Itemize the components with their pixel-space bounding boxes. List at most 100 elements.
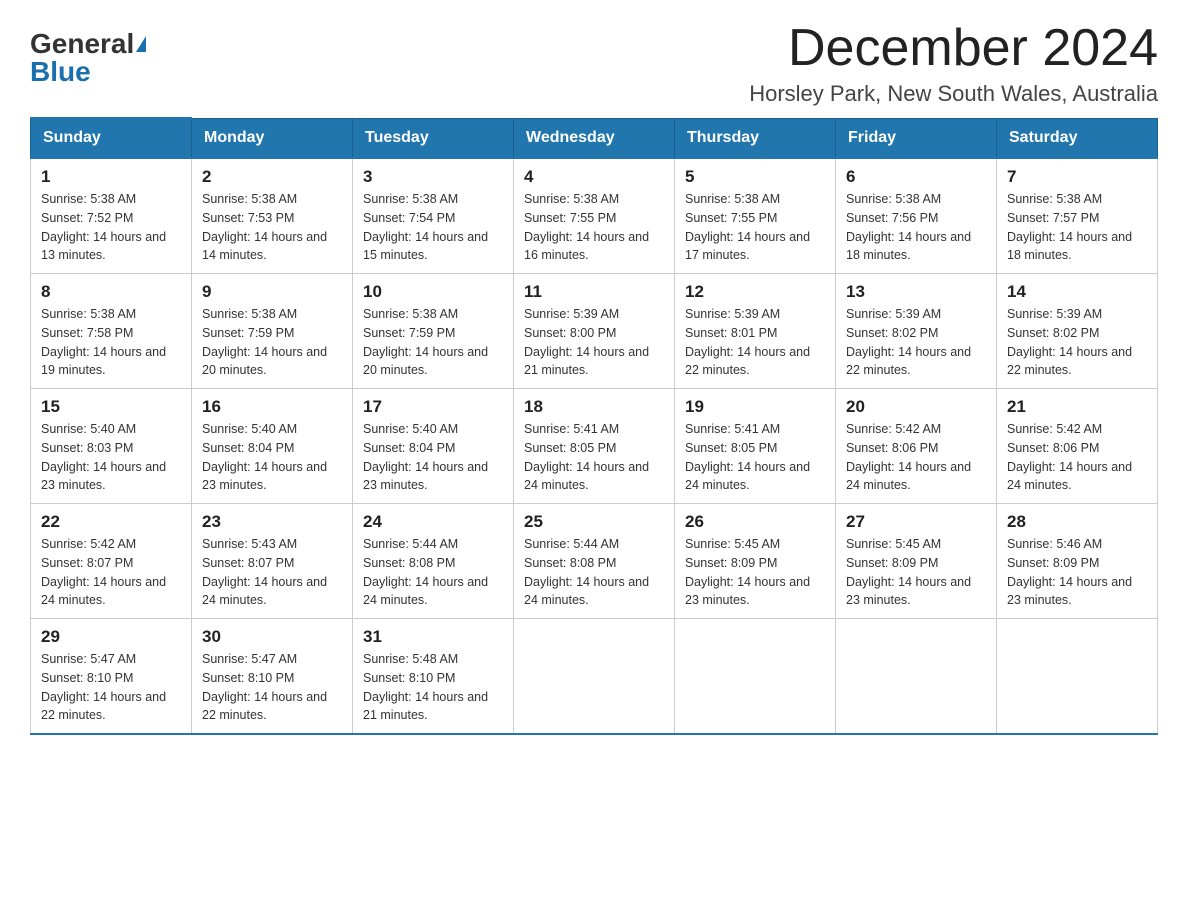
day-number: 1 (41, 167, 181, 187)
day-info: Sunrise: 5:39 AMSunset: 8:00 PMDaylight:… (524, 305, 664, 380)
day-info: Sunrise: 5:41 AMSunset: 8:05 PMDaylight:… (685, 420, 825, 495)
day-info: Sunrise: 5:46 AMSunset: 8:09 PMDaylight:… (1007, 535, 1147, 610)
day-number: 23 (202, 512, 342, 532)
page-header: General Blue December 2024 Horsley Park,… (30, 20, 1158, 107)
calendar-day-cell: 26 Sunrise: 5:45 AMSunset: 8:09 PMDayligh… (675, 504, 836, 619)
day-number: 16 (202, 397, 342, 417)
day-number: 19 (685, 397, 825, 417)
calendar-day-cell: 17 Sunrise: 5:40 AMSunset: 8:04 PMDayligh… (353, 389, 514, 504)
day-number: 17 (363, 397, 503, 417)
logo-triangle-icon (136, 36, 146, 52)
day-number: 9 (202, 282, 342, 302)
day-info: Sunrise: 5:40 AMSunset: 8:03 PMDaylight:… (41, 420, 181, 495)
calendar-day-cell: 21 Sunrise: 5:42 AMSunset: 8:06 PMDayligh… (997, 389, 1158, 504)
logo-general-text: General (30, 30, 134, 58)
day-info: Sunrise: 5:38 AMSunset: 7:52 PMDaylight:… (41, 190, 181, 265)
day-info: Sunrise: 5:42 AMSunset: 8:06 PMDaylight:… (846, 420, 986, 495)
calendar-day-cell: 25Sunrise: 5:44 AMSunset: 8:08 PMDayligh… (514, 504, 675, 619)
logo-blue-text: Blue (30, 58, 91, 86)
calendar-header-monday: Monday (192, 118, 353, 158)
calendar-header-tuesday: Tuesday (353, 118, 514, 158)
day-number: 8 (41, 282, 181, 302)
calendar-day-cell: 16 Sunrise: 5:40 AMSunset: 8:04 PMDayligh… (192, 389, 353, 504)
calendar-day-cell: 19 Sunrise: 5:41 AMSunset: 8:05 PMDayligh… (675, 389, 836, 504)
calendar-header-saturday: Saturday (997, 118, 1158, 158)
day-info: Sunrise: 5:38 AMSunset: 7:58 PMDaylight:… (41, 305, 181, 380)
day-number: 6 (846, 167, 986, 187)
day-number: 18 (524, 397, 664, 417)
calendar-header-thursday: Thursday (675, 118, 836, 158)
calendar-day-cell: 1 Sunrise: 5:38 AMSunset: 7:52 PMDaylight… (31, 158, 192, 274)
day-number: 21 (1007, 397, 1147, 417)
calendar-week-row: 15 Sunrise: 5:40 AMSunset: 8:03 PMDayligh… (31, 389, 1158, 504)
day-number: 26 (685, 512, 825, 532)
logo: General Blue (30, 30, 146, 86)
calendar-day-cell: 18 Sunrise: 5:41 AMSunset: 8:05 PMDayligh… (514, 389, 675, 504)
day-info: Sunrise: 5:39 AMSunset: 8:02 PMDaylight:… (1007, 305, 1147, 380)
calendar-table: SundayMondayTuesdayWednesdayThursdayFrid… (30, 117, 1158, 735)
calendar-day-cell: 7 Sunrise: 5:38 AMSunset: 7:57 PMDaylight… (997, 158, 1158, 274)
calendar-day-cell: 20 Sunrise: 5:42 AMSunset: 8:06 PMDayligh… (836, 389, 997, 504)
day-number: 15 (41, 397, 181, 417)
calendar-empty-cell (997, 619, 1158, 735)
day-info: Sunrise: 5:38 AMSunset: 7:56 PMDaylight:… (846, 190, 986, 265)
calendar-day-cell: 29 Sunrise: 5:47 AMSunset: 8:10 PMDayligh… (31, 619, 192, 735)
day-info: Sunrise: 5:47 AMSunset: 8:10 PMDaylight:… (41, 650, 181, 725)
day-number: 30 (202, 627, 342, 647)
day-info: Sunrise: 5:40 AMSunset: 8:04 PMDaylight:… (202, 420, 342, 495)
day-info: Sunrise: 5:43 AMSunset: 8:07 PMDaylight:… (202, 535, 342, 610)
main-title: December 2024 (749, 20, 1158, 77)
calendar-day-cell: 3 Sunrise: 5:38 AMSunset: 7:54 PMDaylight… (353, 158, 514, 274)
calendar-day-cell: 28Sunrise: 5:46 AMSunset: 8:09 PMDayligh… (997, 504, 1158, 619)
calendar-week-row: 22Sunrise: 5:42 AMSunset: 8:07 PMDayligh… (31, 504, 1158, 619)
day-info: Sunrise: 5:42 AMSunset: 8:07 PMDaylight:… (41, 535, 181, 610)
subtitle: Horsley Park, New South Wales, Australia (749, 81, 1158, 107)
day-info: Sunrise: 5:42 AMSunset: 8:06 PMDaylight:… (1007, 420, 1147, 495)
day-info: Sunrise: 5:38 AMSunset: 7:59 PMDaylight:… (363, 305, 503, 380)
day-number: 10 (363, 282, 503, 302)
calendar-day-cell: 14 Sunrise: 5:39 AMSunset: 8:02 PMDayligh… (997, 274, 1158, 389)
day-info: Sunrise: 5:39 AMSunset: 8:01 PMDaylight:… (685, 305, 825, 380)
calendar-day-cell: 6 Sunrise: 5:38 AMSunset: 7:56 PMDaylight… (836, 158, 997, 274)
day-info: Sunrise: 5:47 AMSunset: 8:10 PMDaylight:… (202, 650, 342, 725)
calendar-day-cell: 12 Sunrise: 5:39 AMSunset: 8:01 PMDayligh… (675, 274, 836, 389)
day-info: Sunrise: 5:38 AMSunset: 7:57 PMDaylight:… (1007, 190, 1147, 265)
calendar-day-cell: 24Sunrise: 5:44 AMSunset: 8:08 PMDayligh… (353, 504, 514, 619)
calendar-empty-cell (514, 619, 675, 735)
calendar-week-row: 1 Sunrise: 5:38 AMSunset: 7:52 PMDaylight… (31, 158, 1158, 274)
calendar-week-row: 29 Sunrise: 5:47 AMSunset: 8:10 PMDayligh… (31, 619, 1158, 735)
calendar-day-cell: 13Sunrise: 5:39 AMSunset: 8:02 PMDayligh… (836, 274, 997, 389)
calendar-day-cell: 22Sunrise: 5:42 AMSunset: 8:07 PMDayligh… (31, 504, 192, 619)
calendar-header-wednesday: Wednesday (514, 118, 675, 158)
calendar-day-cell: 10 Sunrise: 5:38 AMSunset: 7:59 PMDayligh… (353, 274, 514, 389)
day-info: Sunrise: 5:45 AMSunset: 8:09 PMDaylight:… (685, 535, 825, 610)
calendar-header-sunday: Sunday (31, 118, 192, 158)
day-info: Sunrise: 5:41 AMSunset: 8:05 PMDaylight:… (524, 420, 664, 495)
day-info: Sunrise: 5:38 AMSunset: 7:55 PMDaylight:… (524, 190, 664, 265)
calendar-day-cell: 4Sunrise: 5:38 AMSunset: 7:55 PMDaylight… (514, 158, 675, 274)
day-number: 29 (41, 627, 181, 647)
calendar-header-friday: Friday (836, 118, 997, 158)
day-number: 14 (1007, 282, 1147, 302)
day-number: 11 (524, 282, 664, 302)
day-info: Sunrise: 5:39 AMSunset: 8:02 PMDaylight:… (846, 305, 986, 380)
day-number: 27 (846, 512, 986, 532)
day-number: 24 (363, 512, 503, 532)
day-number: 12 (685, 282, 825, 302)
day-number: 5 (685, 167, 825, 187)
day-info: Sunrise: 5:44 AMSunset: 8:08 PMDaylight:… (524, 535, 664, 610)
day-number: 3 (363, 167, 503, 187)
calendar-day-cell: 8 Sunrise: 5:38 AMSunset: 7:58 PMDaylight… (31, 274, 192, 389)
day-number: 31 (363, 627, 503, 647)
day-info: Sunrise: 5:40 AMSunset: 8:04 PMDaylight:… (363, 420, 503, 495)
day-info: Sunrise: 5:45 AMSunset: 8:09 PMDaylight:… (846, 535, 986, 610)
day-info: Sunrise: 5:38 AMSunset: 7:53 PMDaylight:… (202, 190, 342, 265)
day-number: 20 (846, 397, 986, 417)
day-info: Sunrise: 5:48 AMSunset: 8:10 PMDaylight:… (363, 650, 503, 725)
calendar-day-cell: 5Sunrise: 5:38 AMSunset: 7:55 PMDaylight… (675, 158, 836, 274)
calendar-header-row: SundayMondayTuesdayWednesdayThursdayFrid… (31, 118, 1158, 158)
day-number: 7 (1007, 167, 1147, 187)
day-info: Sunrise: 5:38 AMSunset: 7:54 PMDaylight:… (363, 190, 503, 265)
calendar-day-cell: 15 Sunrise: 5:40 AMSunset: 8:03 PMDayligh… (31, 389, 192, 504)
calendar-day-cell: 23 Sunrise: 5:43 AMSunset: 8:07 PMDayligh… (192, 504, 353, 619)
